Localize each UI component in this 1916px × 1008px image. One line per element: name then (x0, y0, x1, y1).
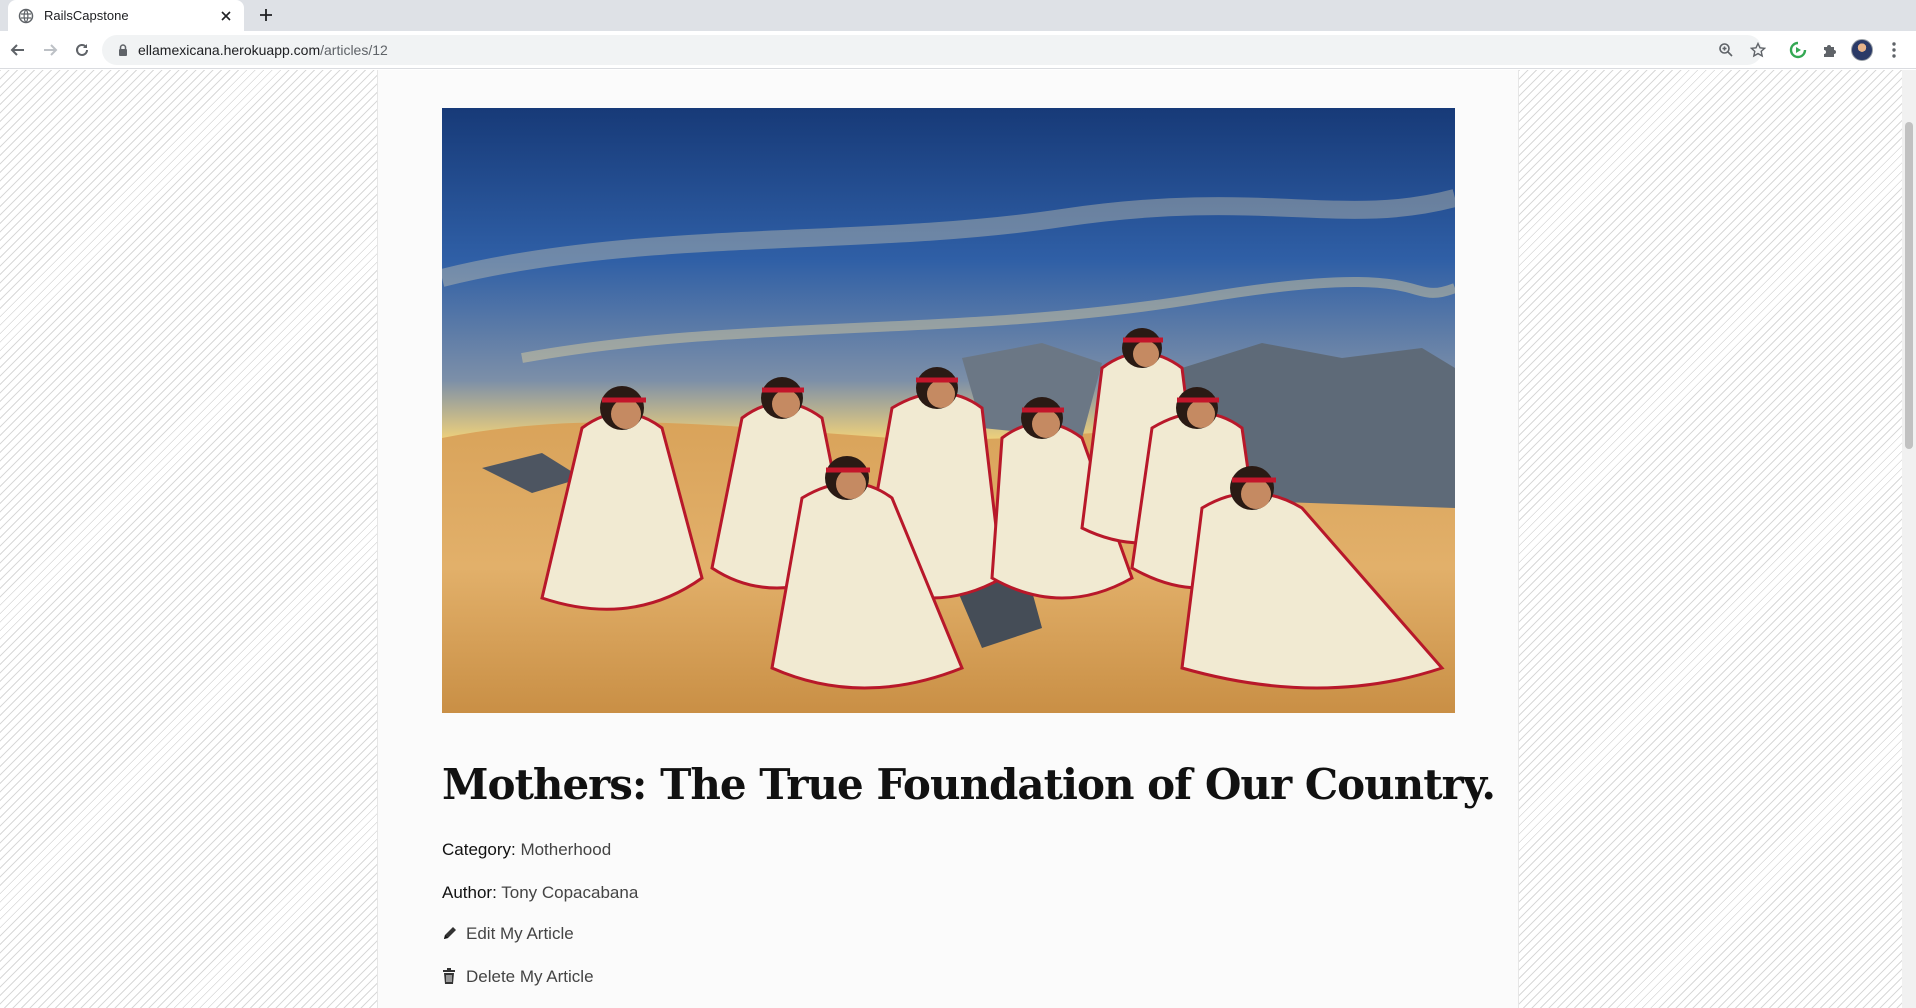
reload-icon[interactable] (70, 38, 94, 62)
browser-toolbar: ellamexicana.herokuapp.com/articles/12 (0, 31, 1916, 69)
browser-tab[interactable]: RailsCapstone (8, 0, 244, 31)
article-author: Author: Tony Copacabana (442, 883, 638, 903)
plus-icon[interactable] (256, 5, 276, 25)
page-viewport: Mothers: The True Foundation of Our Coun… (0, 70, 1902, 1008)
profile-avatar[interactable] (1851, 39, 1873, 61)
article-card: Mothers: The True Foundation of Our Coun… (377, 70, 1519, 1008)
article-title: Mothers: The True Foundation of Our Coun… (442, 760, 1496, 809)
tab-title: RailsCapstone (44, 8, 129, 23)
edit-article-label: Edit My Article (466, 924, 574, 943)
close-icon[interactable] (218, 8, 234, 24)
edit-article-link[interactable]: Edit My Article (442, 924, 574, 944)
url-host: ellamexicana.herokuapp.com (138, 42, 321, 58)
pencil-icon (442, 925, 458, 943)
address-bar[interactable]: ellamexicana.herokuapp.com/articles/12 (102, 35, 1766, 65)
category-label: Category: (442, 840, 516, 859)
globe-icon (18, 8, 34, 24)
tab-strip: RailsCapstone (0, 0, 1916, 31)
zoom-icon[interactable] (1718, 42, 1734, 58)
arrow-left-icon[interactable] (6, 38, 30, 62)
trash-icon (442, 968, 458, 986)
author-value: Tony Copacabana (501, 883, 639, 902)
article-image (442, 108, 1455, 713)
star-icon[interactable] (1750, 42, 1766, 58)
scrollbar-thumb[interactable] (1905, 122, 1913, 449)
url-text[interactable]: ellamexicana.herokuapp.com/articles/12 (138, 42, 388, 58)
kebab-menu-icon[interactable] (1884, 40, 1904, 60)
page-scrollbar[interactable] (1902, 70, 1916, 1008)
category-value: Motherhood (520, 840, 612, 859)
lock-icon[interactable] (116, 43, 130, 57)
arrow-right-icon[interactable] (38, 38, 62, 62)
delete-article-link[interactable]: Delete My Article (442, 967, 594, 987)
puzzle-icon[interactable] (1820, 40, 1840, 60)
article-category: Category: Motherhood (442, 840, 611, 860)
url-path: /articles/12 (320, 42, 388, 58)
delete-article-label: Delete My Article (466, 967, 594, 986)
extension-icon[interactable] (1788, 40, 1808, 60)
author-label: Author: (442, 883, 497, 902)
